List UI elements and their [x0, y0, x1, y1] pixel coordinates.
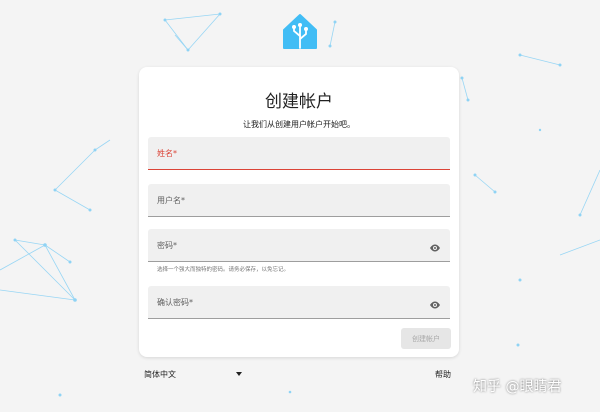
- card-subtitle: 让我们从创建用户帐户开始吧。: [243, 120, 355, 129]
- watermark: 知乎 @眼睛君: [473, 379, 562, 395]
- confirm-password-field[interactable]: 确认密码*: [148, 286, 450, 319]
- eye-icon[interactable]: [429, 239, 441, 252]
- password-field-label: 密码*: [157, 241, 177, 250]
- eye-icon[interactable]: [429, 296, 441, 309]
- language-select[interactable]: 简体中文: [144, 369, 246, 381]
- username-field[interactable]: 用户名*: [148, 184, 450, 217]
- name-field[interactable]: 姓名*: [148, 137, 450, 170]
- password-helper-text: 选择一个强大而独特的密码。请务必保存，以免忘记。: [157, 267, 290, 273]
- caret-down-icon[interactable]: [236, 372, 242, 376]
- create-account-card: 创建帐户 让我们从创建用户帐户开始吧。 姓名* 用户名* 密码* 选择一个强大而…: [139, 67, 459, 357]
- card-title: 创建帐户: [265, 92, 333, 112]
- confirm-password-field-label: 确认密码*: [157, 298, 193, 307]
- help-link[interactable]: 帮助: [435, 369, 451, 380]
- create-account-button[interactable]: 创建帐户: [401, 328, 451, 349]
- name-field-label: 姓名*: [157, 149, 177, 158]
- password-field[interactable]: 密码*: [148, 229, 450, 262]
- username-field-label: 用户名*: [157, 196, 185, 205]
- home-assistant-logo-icon: [280, 12, 320, 52]
